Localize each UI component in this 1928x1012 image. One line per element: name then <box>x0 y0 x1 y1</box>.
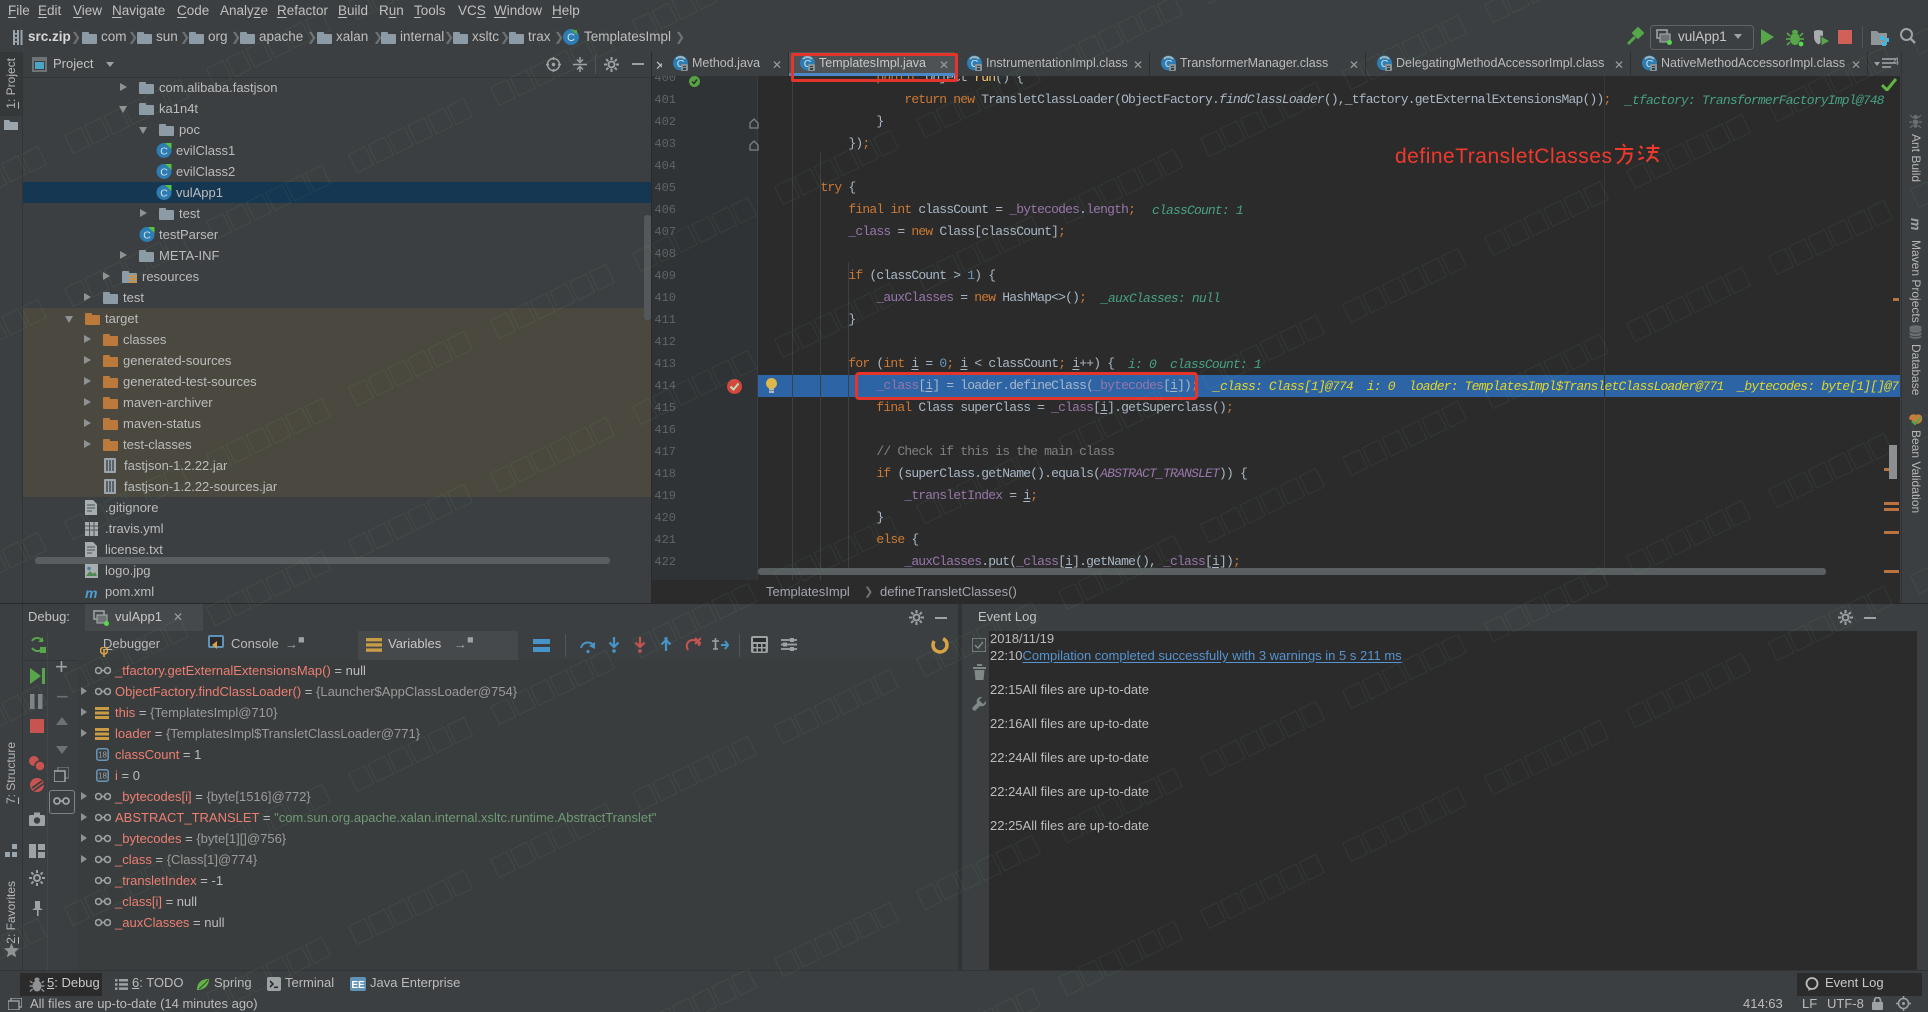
svg-text:C: C <box>160 167 168 179</box>
svg-text:EE: EE <box>351 980 365 991</box>
svg-text:18: 18 <box>98 772 107 781</box>
svg-text:C: C <box>160 146 168 158</box>
svg-text:18: 18 <box>98 751 107 760</box>
svg-text:C: C <box>567 32 575 44</box>
svg-text:C: C <box>160 188 168 200</box>
svg-text:C: C <box>143 230 151 242</box>
